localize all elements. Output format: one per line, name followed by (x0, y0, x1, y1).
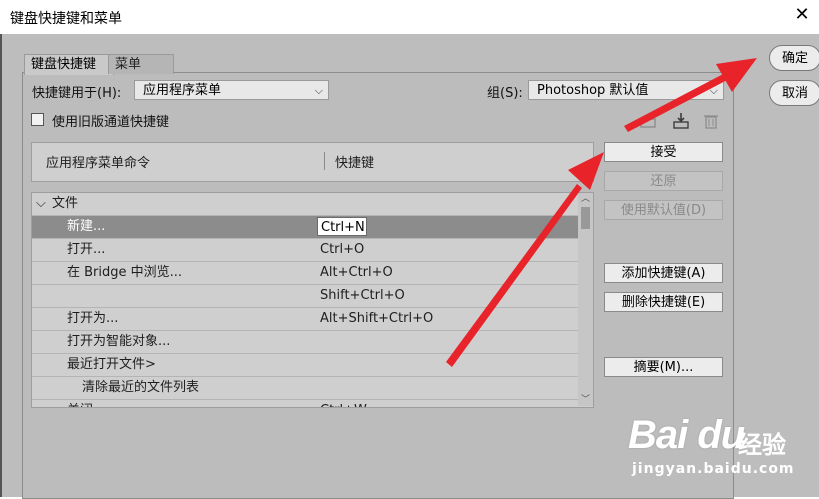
table-row[interactable]: 打开为... Alt+Shift+Ctrl+O (32, 308, 578, 331)
accept-button[interactable]: 接受 (604, 142, 723, 162)
title-bar: 键盘快捷键和菜单 ✕ (0, 0, 819, 34)
column-header: 应用程序菜单命令 快捷键 (31, 142, 594, 182)
row-command: 打开为... (67, 311, 119, 326)
table-row[interactable]: 打开... Ctrl+O (32, 239, 578, 262)
command-list[interactable]: ⌵ 文件 新建... Ctrl+N 打开... Ctrl+O 在 Bridge … (31, 192, 594, 408)
expand-chevron-icon[interactable]: ⌵ (36, 193, 46, 215)
row-command: 最近打开文件> (67, 357, 156, 372)
use-default-button[interactable]: 使用默认值(D) (604, 200, 723, 220)
row-command: 清除最近的文件列表 (82, 380, 200, 395)
group-label: 组(S): (487, 86, 523, 101)
chevron-down-icon: ⌵ (709, 84, 718, 97)
shortcuts-for-value: 应用程序菜单 (143, 83, 222, 98)
window-title: 键盘快捷键和菜单 (10, 11, 122, 27)
row-shortcut: Alt+Ctrl+O (320, 265, 393, 280)
column-shortcut-header: 快捷键 (335, 156, 375, 171)
watermark-cn: 经验 (738, 431, 786, 459)
table-row[interactable]: 在 Bridge 中浏览... Alt+Ctrl+O (32, 262, 578, 285)
legacy-channel-checkbox[interactable] (31, 113, 44, 126)
trash-icon[interactable] (702, 112, 720, 130)
group-value: Photoshop 默认值 (537, 83, 649, 98)
table-row[interactable]: 最近打开文件> (32, 354, 578, 377)
table-row[interactable]: 打开为智能对象... (32, 331, 578, 354)
list-scrollbar[interactable]: ︿ ﹀ (578, 193, 593, 406)
tab-menus[interactable]: 菜单 (108, 54, 174, 74)
table-row[interactable]: 关闭 Ctrl+W (32, 400, 578, 407)
row-shortcut: Shift+Ctrl+O (320, 288, 405, 303)
row-command: 打开为智能对象... (67, 334, 171, 349)
table-row[interactable]: 清除最近的文件列表 (32, 377, 578, 400)
legacy-channel-label: 使用旧版通道快捷键 (52, 115, 170, 130)
chevron-down-icon: ⌵ (314, 84, 323, 97)
shortcut-input[interactable]: Ctrl+N (317, 217, 367, 236)
row-command: 在 Bridge 中浏览... (67, 265, 183, 280)
row-shortcut: Ctrl+W (320, 400, 367, 407)
undo-button[interactable]: 还原 (604, 171, 723, 191)
table-row[interactable]: Shift+Ctrl+O (32, 285, 578, 308)
tab-keyboard-shortcuts[interactable]: 键盘快捷键 (24, 54, 114, 75)
scroll-thumb[interactable] (581, 207, 590, 229)
shortcuts-for-select[interactable]: 应用程序菜单 ⌵ (134, 80, 329, 100)
summary-button[interactable]: 摘要(M)... (604, 357, 723, 377)
list-item[interactable]: ⌵ 文件 (32, 193, 578, 216)
table-row-selected[interactable]: 新建... Ctrl+N (32, 216, 578, 239)
shortcuts-for-label: 快捷键用于(H): (32, 86, 122, 101)
scroll-down-icon[interactable]: ﹀ (578, 394, 593, 406)
scroll-up-icon[interactable]: ︿ (578, 193, 593, 205)
column-command-header: 应用程序菜单命令 (46, 156, 151, 171)
row-command: 打开... (67, 242, 106, 257)
ok-button[interactable]: 确定 (769, 45, 819, 71)
cancel-button[interactable]: 取消 (769, 80, 819, 106)
row-command: 文件 (52, 196, 79, 211)
new-set-icon[interactable] (672, 112, 690, 130)
row-shortcut: Ctrl+O (320, 242, 365, 257)
row-command: 关闭 (67, 400, 93, 407)
row-command: 新建... (67, 219, 106, 234)
delete-shortcut-button[interactable]: 删除快捷键(E) (604, 292, 723, 312)
watermark-logo: Bai du (628, 413, 745, 457)
group-select[interactable]: Photoshop 默认值 ⌵ (528, 80, 724, 100)
row-shortcut: Alt+Shift+Ctrl+O (320, 311, 434, 326)
baidu-watermark: Bai du 经验 jingyan.baidu.com (628, 405, 818, 495)
column-separator (324, 152, 325, 170)
save-set-icon[interactable] (639, 112, 657, 130)
add-shortcut-button[interactable]: 添加快捷键(A) (604, 263, 723, 283)
close-icon[interactable]: ✕ (793, 5, 811, 25)
left-edge (0, 34, 2, 497)
watermark-url: jingyan.baidu.com (632, 461, 795, 477)
